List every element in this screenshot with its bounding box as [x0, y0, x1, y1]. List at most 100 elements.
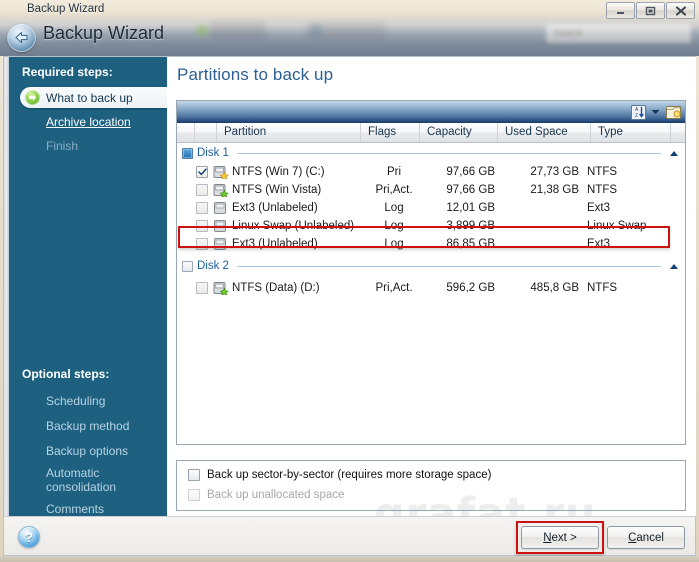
partition-name: NTFS (Data) (D:) — [232, 282, 320, 294]
partition-flags: Log — [384, 238, 404, 250]
list-toolbar: A Z — [177, 101, 685, 123]
table-row[interactable]: NTFS (Win Vista) Pri,Act. 97,66 GB 21,38… — [177, 181, 685, 199]
partition-rows: Disk 1 NTFS (Win 7) (C:) Pri 97,66 GB 27… — [177, 143, 685, 443]
sidebar: Required steps: What to back up Archive … — [4, 57, 167, 517]
panel-title: Partitions to back up — [177, 65, 334, 84]
partition-name: NTFS (Win 7) (C:) — [232, 166, 325, 178]
drive-icon — [213, 237, 229, 251]
partition-name: Ext3 (Unlabeled) — [232, 238, 318, 250]
sidebar-item-automatic-consolidation[interactable]: Automatic consolidation — [20, 465, 167, 495]
row-checkbox[interactable] — [196, 184, 208, 196]
restore-button[interactable] — [636, 2, 665, 19]
sidebar-item-what-to-back-up[interactable]: What to back up — [20, 87, 167, 108]
row-checkbox[interactable] — [196, 282, 208, 294]
next-button[interactable]: Next > — [521, 526, 599, 549]
sidebar-item-backup-options[interactable]: Backup options — [20, 440, 167, 461]
cancel-label: ancel — [636, 531, 664, 544]
partition-flags: Pri,Act. — [375, 184, 413, 196]
partition-type: Ext3 — [587, 202, 611, 214]
back-arrow-icon[interactable] — [7, 23, 36, 52]
drive-icon — [213, 201, 229, 215]
sidebar-item-label: Backup options — [46, 443, 129, 458]
sidebar-item-label: Comments — [46, 501, 105, 516]
folder-properties-icon[interactable] — [664, 103, 683, 121]
table-row[interactable]: NTFS (Win 7) (C:) Pri 97,66 GB 27,73 GB … — [177, 163, 685, 181]
partition-name: Linux Swap (Unlabeled) — [232, 220, 355, 232]
next-label: ext > — [551, 531, 577, 544]
column-header-flags[interactable]: Flags — [361, 123, 420, 142]
option-label: Back up unallocated space — [207, 489, 345, 501]
column-header-partition[interactable]: Partition — [217, 123, 361, 142]
partition-capacity: 596,2 GB — [446, 282, 495, 294]
partition-capacity: 3,899 GB — [446, 220, 495, 232]
footer: ? Next > Cancel — [3, 516, 696, 556]
partition-capacity: 97,66 GB — [446, 184, 495, 196]
partition-type: Linux Swap — [587, 220, 647, 232]
backup-options-box: Back up sector-by-sector (requires more … — [176, 460, 686, 511]
wizard-body: Required steps: What to back up Archive … — [3, 56, 696, 553]
partition-name: NTFS (Win Vista) — [232, 184, 322, 196]
group-row-disk-2[interactable]: Disk 2 — [177, 256, 685, 276]
partition-capacity: 97,66 GB — [446, 166, 495, 178]
minimize-button[interactable] — [606, 2, 635, 19]
sidebar-edge — [4, 57, 9, 517]
chevron-down-icon[interactable] — [650, 103, 661, 121]
group-row-disk-1[interactable]: Disk 1 — [177, 143, 685, 163]
row-checkbox[interactable] — [196, 220, 208, 232]
option-label: Back up sector-by-sector (requires more … — [207, 469, 492, 481]
option-unallocated-space: Back up unallocated space — [188, 489, 344, 501]
column-header-used-space[interactable]: Used Space — [498, 123, 591, 142]
partition-name: Ext3 (Unlabeled) — [232, 202, 318, 214]
sidebar-item-label: Backup method — [46, 418, 130, 433]
partition-used-space: 27,73 GB — [530, 166, 579, 178]
group-label: Disk 1 — [197, 147, 229, 159]
row-checkbox[interactable] — [196, 238, 208, 250]
drive-active-icon — [213, 281, 229, 296]
sort-az-icon[interactable]: A Z — [629, 103, 648, 121]
drive-locked-icon — [213, 165, 229, 180]
table-row[interactable]: Linux Swap (Unlabeled) Log 3,899 GB Linu… — [177, 217, 685, 235]
sidebar-item-scheduling[interactable]: Scheduling — [20, 390, 167, 411]
table-row[interactable]: Ext3 (Unlabeled) Log 86,85 GB Ext3 — [177, 235, 685, 253]
column-header-icon[interactable] — [195, 123, 217, 142]
close-button[interactable] — [666, 2, 695, 19]
collapse-caret-icon[interactable] — [669, 257, 679, 275]
partition-flags: Pri — [386, 166, 402, 178]
window-controls — [606, 2, 695, 19]
sidebar-item-archive-location[interactable]: Archive location — [20, 111, 167, 132]
wizard-header: Backup Wizard — [0, 20, 699, 56]
partition-flags: Log — [384, 220, 404, 232]
sidebar-item-finish[interactable]: Finish — [20, 135, 167, 156]
application-window: Backup Wizard Search Backup Wizard Requi… — [0, 0, 699, 562]
partition-type: NTFS — [587, 166, 618, 178]
table-row[interactable]: Ext3 (Unlabeled) Log 12,01 GB Ext3 — [177, 199, 685, 217]
drive-active-icon — [213, 183, 229, 198]
group-label: Disk 2 — [197, 260, 229, 272]
option-sector-by-sector[interactable]: Back up sector-by-sector (requires more … — [188, 469, 491, 481]
main-panel: Partitions to back up A Z Partition Flag… — [167, 57, 696, 553]
row-checkbox[interactable] — [196, 202, 208, 214]
table-row[interactable]: NTFS (Data) (D:) Pri,Act. 596,2 GB 485,8… — [177, 279, 685, 297]
group-checkbox-filled-icon[interactable] — [182, 147, 193, 159]
column-header-capacity[interactable]: Capacity — [420, 123, 498, 142]
sidebar-required-heading: Required steps: — [22, 65, 113, 79]
sidebar-item-backup-method[interactable]: Backup method — [20, 415, 167, 436]
sidebar-optional-heading: Optional steps: — [22, 367, 110, 381]
partition-flags: Log — [384, 202, 404, 214]
row-checkbox[interactable] — [196, 166, 208, 178]
window-title: Backup Wizard — [27, 3, 105, 15]
sidebar-item-label: Finish — [46, 138, 79, 153]
checkbox — [188, 489, 200, 501]
checkbox[interactable] — [188, 469, 200, 481]
group-divider — [236, 265, 661, 267]
help-icon[interactable]: ? — [18, 526, 40, 548]
collapse-caret-icon[interactable] — [669, 144, 679, 162]
column-header-select[interactable] — [177, 123, 195, 142]
group-checkbox-empty-icon[interactable] — [182, 260, 193, 272]
column-header-type[interactable]: Type — [591, 123, 671, 142]
title-bar: Backup Wizard — [0, 0, 699, 20]
partition-type: NTFS — [587, 282, 618, 294]
cancel-button[interactable]: Cancel — [607, 526, 685, 549]
page-title: Backup Wizard — [43, 23, 165, 43]
partition-used-space: 485,8 GB — [530, 282, 579, 294]
